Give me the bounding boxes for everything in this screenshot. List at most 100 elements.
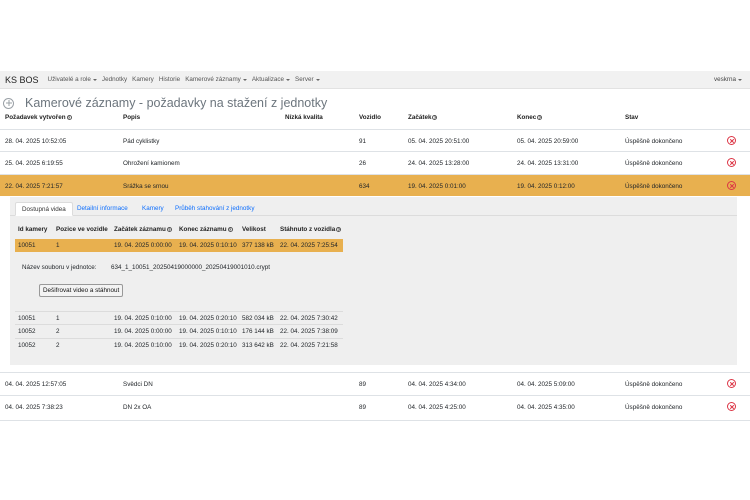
cell-record-end: 19. 04. 2025 0:10:10 (179, 242, 237, 249)
cell-end: 19. 04. 2025 0:12:00 (517, 183, 575, 190)
cell-downloaded: 22. 04. 2025 7:38:09 (280, 328, 338, 335)
info-icon (66, 115, 72, 120)
cell-start: 19. 04. 2025 0:01:00 (408, 183, 466, 190)
cell-size: 582 034 kB (242, 315, 274, 322)
file-name-value: 634_1_10051_20250419000000_2025041900101… (111, 264, 270, 271)
tab-available-videos[interactable]: Dostupná videa (15, 202, 73, 216)
header-low-quality[interactable]: Nízká kvalita (285, 114, 323, 121)
cell-vehicle: 89 (359, 381, 367, 388)
header-vehicle[interactable]: Vozidlo (359, 114, 381, 121)
cell-downloaded: 22. 04. 2025 7:21:58 (280, 342, 338, 349)
delete-icon[interactable] (727, 136, 736, 145)
cell-record-start: 19. 04. 2025 0:10:00 (114, 315, 172, 322)
header-label: Stáhnuto z vozidla (280, 226, 336, 233)
cell-camera-id: 10052 (18, 342, 36, 349)
camera-row[interactable]: 10051 1 19. 04. 2025 0:10:00 19. 04. 202… (15, 311, 343, 324)
delete-icon[interactable] (727, 379, 736, 388)
nav-label: Historie (158, 76, 181, 83)
nav-cameras[interactable]: Kamery (132, 76, 154, 83)
cell-downloaded: 22. 04. 2025 7:30:42 (280, 315, 338, 322)
cell-record-start: 19. 04. 2025 0:00:00 (114, 328, 172, 335)
cell-start: 05. 04. 2025 20:51:00 (408, 138, 470, 145)
cell-record-start: 19. 04. 2025 0:10:00 (114, 342, 172, 349)
camera-row[interactable]: 10052 2 19. 04. 2025 0:10:00 19. 04. 202… (15, 338, 343, 351)
tab-cameras[interactable]: Kamery (136, 202, 170, 216)
header-label: Konec záznamu (179, 226, 227, 233)
info-icon (432, 115, 438, 120)
cell-position: 1 (56, 315, 60, 322)
header-state[interactable]: Stav (625, 114, 638, 121)
nav-history[interactable]: Historie (159, 76, 180, 83)
cell-camera-id: 10051 (18, 315, 36, 322)
nav-label: Aktualizace (251, 76, 285, 83)
delete-icon[interactable] (727, 402, 736, 411)
cell-size: 377 138 kB (242, 242, 274, 249)
cell-downloaded: 22. 04. 2025 7:25:54 (280, 242, 338, 249)
nav-updates[interactable]: Aktualizace (251, 76, 291, 83)
tab-detail-info[interactable]: Detailní informace (71, 202, 134, 216)
delete-icon[interactable] (727, 158, 736, 167)
nav-units[interactable]: Jednotky (102, 76, 127, 83)
header-description[interactable]: Popis (123, 114, 140, 121)
header-record-start[interactable]: Začátek záznamu (114, 226, 172, 233)
cell-size: 176 144 kB (242, 328, 274, 335)
cell-description: Pád cyklistky (123, 138, 160, 145)
nav-label: Kamerové záznamy (185, 76, 241, 83)
cell-state: Úspěšně dokončeno (625, 183, 683, 190)
table-row-clipped[interactable] (0, 420, 750, 426)
delete-icon[interactable] (727, 181, 736, 190)
nav-label: Kamery (132, 76, 154, 83)
cell-record-end: 19. 04. 2025 0:20:10 (179, 342, 237, 349)
nav-server[interactable]: Server (295, 76, 320, 83)
decrypt-download-button[interactable]: Dešifrovat video a stáhnout (39, 284, 124, 297)
table-row[interactable]: 04. 04. 2025 12:57:05 Svědci DN 89 04. 0… (0, 372, 750, 394)
brand-logo[interactable]: KS BOS (5, 75, 39, 85)
cell-position: 1 (56, 242, 60, 249)
cell-camera-id: 10051 (18, 242, 36, 249)
header-start[interactable]: Začátek (408, 114, 438, 121)
cell-end: 04. 04. 2025 4:35:00 (517, 404, 575, 411)
user-menu[interactable]: veskrna (714, 76, 742, 83)
caret-down-icon (738, 78, 742, 81)
cell-vehicle: 634 (359, 183, 370, 190)
table-row[interactable]: 25. 04. 2025 6:19:55 Ohrožení kamionem 2… (0, 151, 750, 173)
caret-down-icon (92, 78, 97, 81)
header-downloaded[interactable]: Stáhnuto z vozidla (280, 226, 342, 233)
table-row-selected[interactable]: 22. 04. 2025 7:21:57 Srážka se srnou 634… (0, 174, 750, 196)
cell-description: Ohrožení kamionem (123, 160, 180, 167)
caret-down-icon (286, 78, 291, 81)
cell-created: 25. 04. 2025 6:19:55 (5, 160, 63, 167)
cell-end: 24. 04. 2025 13:31:00 (517, 160, 579, 167)
cell-position: 2 (56, 342, 60, 349)
cell-description: Srážka se srnou (123, 183, 169, 190)
cell-size: 313 642 kB (242, 342, 274, 349)
cell-created: 28. 04. 2025 10:52:05 (5, 138, 67, 145)
camera-row[interactable]: 10052 2 19. 04. 2025 0:00:00 19. 04. 202… (15, 324, 343, 337)
cell-record-end: 19. 04. 2025 0:20:10 (179, 315, 237, 322)
cell-description: DN 2x OA (123, 404, 152, 411)
file-name-label: Název souboru v jednotce: (22, 264, 97, 271)
header-label: Konec (517, 114, 537, 121)
header-size[interactable]: Velikost (242, 226, 266, 233)
cell-camera-id: 10052 (18, 328, 36, 335)
cell-state: Úspěšně dokončeno (625, 160, 683, 167)
header-end[interactable]: Konec (517, 114, 543, 121)
nav-label: Uživatelé a role (47, 76, 91, 83)
cell-start: 04. 04. 2025 4:25:00 (408, 404, 466, 411)
table-row[interactable]: 04. 04. 2025 7:38:23 DN 2x OA 89 04. 04.… (0, 395, 750, 417)
add-request-icon[interactable] (3, 97, 14, 109)
cell-end: 05. 04. 2025 20:59:00 (517, 138, 579, 145)
nav-camera-records[interactable]: Kamerové záznamy (185, 76, 247, 83)
nav-users-roles[interactable]: Uživatelé a role (48, 76, 97, 83)
table-row[interactable]: 28. 04. 2025 10:52:05 Pád cyklistky 91 0… (0, 129, 750, 151)
cell-position: 2 (56, 328, 60, 335)
tab-download-progress[interactable]: Průběh stahování z jednotky (169, 202, 260, 216)
cell-vehicle: 89 (359, 404, 367, 411)
header-position[interactable]: Pozice ve vozidle (56, 226, 108, 233)
camera-table-header: Id kamery Pozice ve vozidle Začátek zázn… (0, 226, 750, 236)
camera-row-selected[interactable]: 10051 1 19. 04. 2025 0:00:00 19. 04. 202… (15, 239, 343, 252)
header-created[interactable]: Požadavek vytvořen (5, 114, 72, 121)
detail-tabs: Dostupná videa Detailní informace Kamery… (10, 202, 737, 216)
header-camera-id[interactable]: Id kamery (18, 226, 47, 233)
header-record-end[interactable]: Konec záznamu (179, 226, 233, 233)
